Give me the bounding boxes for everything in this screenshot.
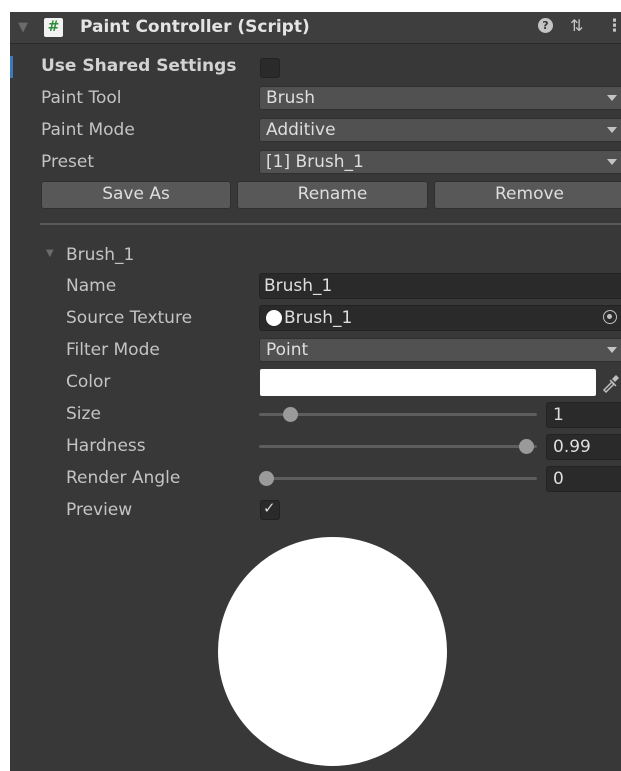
brush-name-value: Brush_1 <box>264 276 333 296</box>
filter-mode-dropdown[interactable]: Point <box>259 338 621 362</box>
render-angle-input[interactable]: 0 <box>546 466 621 492</box>
render-angle-slider-handle[interactable] <box>259 471 274 486</box>
size-value: 1 <box>553 405 564 425</box>
color-label: Color <box>66 372 111 392</box>
size-input[interactable]: 1 <box>546 402 621 428</box>
collapse-arrow-icon[interactable]: ▼ <box>18 20 28 35</box>
hardness-slider-handle[interactable] <box>519 439 535 454</box>
hardness-label: Hardness <box>66 436 146 456</box>
help-icon[interactable]: ? <box>538 18 553 33</box>
brush-name-label: Name <box>66 276 117 296</box>
foldout-arrow-icon[interactable]: ▼ <box>46 248 54 259</box>
paint-tool-dropdown[interactable]: Brush <box>259 86 621 110</box>
render-angle-label: Render Angle <box>66 468 181 488</box>
remove-button[interactable]: Remove <box>434 181 621 209</box>
rename-button[interactable]: Rename <box>237 181 428 209</box>
preset-value: [1] Brush_1 <box>266 152 364 172</box>
component-title: Paint Controller (Script) <box>80 17 310 37</box>
use-shared-settings-toggle[interactable] <box>260 58 280 78</box>
more-options-icon[interactable]: ⋮ <box>606 16 621 36</box>
source-texture-field[interactable]: Brush_1 <box>259 305 621 331</box>
color-swatch[interactable] <box>260 369 596 396</box>
size-slider-handle[interactable] <box>282 407 298 422</box>
component-header[interactable]: ▼ # Paint Controller (Script) ? ⇅ ⋮ <box>10 12 621 44</box>
presets-icon[interactable]: ⇅ <box>570 16 583 35</box>
chevron-down-icon <box>607 95 617 101</box>
script-icon: # <box>44 18 63 37</box>
paint-mode-label: Paint Mode <box>41 120 135 140</box>
section-divider <box>40 223 621 225</box>
save-as-button[interactable]: Save As <box>41 181 231 209</box>
preset-label: Preset <box>41 152 95 172</box>
paint-mode-dropdown[interactable]: Additive <box>259 118 621 142</box>
hardness-value: 0.99 <box>553 437 591 457</box>
selection-accent-bar <box>10 56 13 78</box>
filter-mode-value: Point <box>266 340 309 360</box>
chevron-down-icon <box>607 347 617 353</box>
hardness-input[interactable]: 0.99 <box>546 434 621 460</box>
brush-foldout-label[interactable]: Brush_1 <box>66 245 134 265</box>
brush-name-input[interactable]: Brush_1 <box>259 273 621 299</box>
chevron-down-icon <box>607 127 617 133</box>
size-label: Size <box>66 404 101 424</box>
paint-tool-value: Brush <box>266 88 316 108</box>
checkmark-icon: ✓ <box>263 499 276 517</box>
paint-mode-value: Additive <box>266 120 336 140</box>
source-texture-value: Brush_1 <box>284 308 353 328</box>
filter-mode-label: Filter Mode <box>66 340 160 360</box>
hardness-slider-track[interactable] <box>259 445 537 448</box>
preview-toggle[interactable]: ✓ <box>260 499 280 520</box>
eyedropper-icon[interactable] <box>600 370 620 394</box>
use-shared-settings-label: Use Shared Settings <box>41 56 237 76</box>
preview-label: Preview <box>66 500 133 520</box>
render-angle-slider-track[interactable] <box>259 477 537 480</box>
render-angle-value: 0 <box>553 469 564 489</box>
inspector-panel: ▼ # Paint Controller (Script) ? ⇅ ⋮ Use … <box>10 12 621 771</box>
brush-preview-image <box>218 537 447 766</box>
size-slider-track[interactable] <box>259 413 537 416</box>
chevron-down-icon <box>607 159 617 165</box>
texture-thumbnail-icon <box>266 310 282 326</box>
source-texture-label: Source Texture <box>66 308 193 328</box>
paint-tool-label: Paint Tool <box>41 88 122 108</box>
object-picker-icon[interactable] <box>603 310 617 324</box>
preset-dropdown[interactable]: [1] Brush_1 <box>259 150 621 174</box>
